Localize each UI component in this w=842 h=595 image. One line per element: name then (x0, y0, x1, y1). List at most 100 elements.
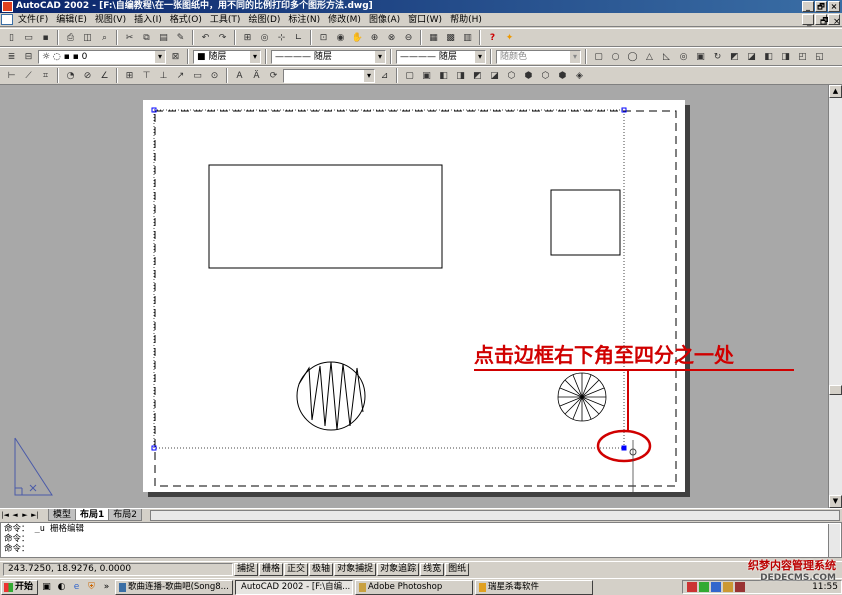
snap-toggle[interactable]: 捕捉 (234, 563, 259, 576)
setup-view-icon[interactable]: ◰ (795, 49, 810, 64)
ordinate-dim-icon[interactable]: ⌗ (38, 68, 53, 83)
menu-draw[interactable]: 绘图(D) (244, 13, 284, 27)
more-quicklaunch-icon[interactable]: » (100, 581, 113, 594)
osnap-toggle[interactable]: 对象捕捉 (334, 563, 377, 576)
scroll-thumb[interactable] (829, 385, 842, 395)
menu-edit[interactable]: 编辑(E) (52, 13, 91, 27)
view-nw-iso-icon[interactable]: ⬢ (555, 68, 570, 83)
taskbar-task-autocad[interactable]: AutoCAD 2002 - [F:\自编... (235, 579, 354, 595)
tool-palette-icon[interactable]: ▥ (460, 30, 475, 45)
tab-last-button[interactable]: ►| (30, 510, 40, 521)
paste-icon[interactable]: ▤ (156, 30, 171, 45)
layer-dropdown[interactable]: ☼ ◌ ▪ ▪ 0 (38, 49, 166, 64)
extrude-icon[interactable]: ▣ (693, 49, 708, 64)
named-views-icon[interactable]: ⊡ (316, 30, 331, 45)
scroll-down-arrow-icon[interactable]: ▼ (829, 495, 842, 508)
grid-toggle[interactable]: 栅格 (259, 563, 284, 576)
tab-prev-button[interactable]: ◄ (10, 510, 20, 521)
menu-tools[interactable]: 工具(T) (206, 13, 245, 27)
sphere-icon[interactable]: ○ (608, 49, 623, 64)
shield-quicklaunch-icon[interactable]: ⛨ (85, 581, 98, 594)
radius-dim-icon[interactable]: ◔ (63, 68, 78, 83)
zoom-previous-icon[interactable]: ⊖ (401, 30, 416, 45)
start-button[interactable]: 开始 (1, 579, 39, 595)
menu-format[interactable]: 格式(O) (166, 13, 206, 27)
view-left-icon[interactable]: ◧ (436, 68, 451, 83)
section-icon[interactable]: ◪ (744, 49, 759, 64)
view-sw-iso-icon[interactable]: ⬡ (504, 68, 519, 83)
otrack-toggle[interactable]: 对象追踪 (377, 563, 420, 576)
zoom-window-icon[interactable]: ⊗ (384, 30, 399, 45)
hyperlink-icon[interactable]: ⊞ (240, 30, 255, 45)
layer-manager-icon[interactable]: ≣ (4, 49, 19, 64)
lineweight-dropdown[interactable]: ———— 随层 (396, 49, 486, 64)
today-icon[interactable]: ✦ (502, 30, 517, 45)
tab-layout2[interactable]: 布局2 (108, 509, 143, 521)
view-right-icon[interactable]: ◨ (453, 68, 468, 83)
find-icon[interactable]: ⌕ (97, 30, 112, 45)
doc-minimize-button[interactable]: _ (802, 14, 814, 27)
command-window[interactable]: 命令： _u 栅格编辑 命令： 命令： (0, 522, 842, 558)
dim-style-icon[interactable]: ⊿ (377, 68, 392, 83)
paper-model-toggle[interactable]: 图纸 (445, 563, 470, 576)
angular-dim-icon[interactable]: ∠ (97, 68, 112, 83)
match-properties-icon[interactable]: ✎ (173, 30, 188, 45)
ucs-icon[interactable]: ∟ (291, 30, 306, 45)
ortho-toggle[interactable]: 正交 (284, 563, 309, 576)
print-preview-icon[interactable]: ◫ (80, 30, 95, 45)
layer-previous-icon[interactable]: ⊟ (21, 49, 36, 64)
view-front-icon[interactable]: ◩ (470, 68, 485, 83)
object-snap-icon[interactable]: ⊹ (274, 30, 289, 45)
help-icon[interactable]: ? (485, 30, 500, 45)
properties-icon[interactable]: ▦ (426, 30, 441, 45)
leader-icon[interactable]: ↗ (173, 68, 188, 83)
cut-icon[interactable]: ✂ (122, 30, 137, 45)
coordinates-display[interactable]: 243.7250, 18.9276, 0.0000 (3, 563, 233, 576)
menu-insert[interactable]: 插入(I) (130, 13, 166, 27)
baseline-dim-icon[interactable]: ⊤ (139, 68, 154, 83)
autocad-app-icon[interactable] (2, 1, 13, 12)
print-icon[interactable]: ⎙ (63, 30, 78, 45)
menu-help[interactable]: 帮助(H) (446, 13, 486, 27)
undo-icon[interactable]: ↶ (198, 30, 213, 45)
taskbar-task-songbar[interactable]: 歌曲连播-歌曲吧(Song8... (115, 579, 234, 595)
tab-layout1[interactable]: 布局1 (75, 509, 110, 521)
menu-dimension[interactable]: 标注(N) (284, 13, 324, 27)
web-icon[interactable]: ◎ (257, 30, 272, 45)
new-icon[interactable]: ▯ (4, 30, 19, 45)
dimstyle-dropdown[interactable] (283, 68, 375, 83)
redo-icon[interactable]: ↷ (215, 30, 230, 45)
doc-restore-button[interactable]: 🗗 (815, 14, 828, 27)
tab-first-button[interactable]: |◄ (0, 510, 10, 521)
center-mark-icon[interactable]: ⊙ (207, 68, 222, 83)
color-dropdown[interactable]: ■ 随层 (193, 49, 261, 64)
doc-close-button[interactable]: × (828, 14, 841, 27)
view-se-iso-icon[interactable]: ⬢ (521, 68, 536, 83)
restore-button[interactable]: 🗗 (815, 1, 827, 12)
view-ne-iso-icon[interactable]: ⬡ (538, 68, 553, 83)
save-icon[interactable]: ▪ (38, 30, 53, 45)
quick-dim-icon[interactable]: ⊞ (122, 68, 137, 83)
taskbar-task-rising[interactable]: 瑞星杀毒软件 (475, 579, 594, 595)
horizontal-scrollbar[interactable] (150, 510, 840, 521)
dim-text-edit-icon[interactable]: Ä (249, 68, 264, 83)
revolve-icon[interactable]: ↻ (710, 49, 725, 64)
menu-modify[interactable]: 修改(M) (324, 13, 365, 27)
ie-quicklaunch-icon[interactable]: e (70, 581, 83, 594)
view-bottom-icon[interactable]: ▣ (419, 68, 434, 83)
tab-next-button[interactable]: ► (20, 510, 30, 521)
tab-model[interactable]: 模型 (48, 509, 77, 521)
setup-profile-icon[interactable]: ◱ (812, 49, 827, 64)
scroll-up-arrow-icon[interactable]: ▲ (829, 85, 842, 98)
menu-view[interactable]: 视图(V) (91, 13, 130, 27)
camera-icon[interactable]: ◈ (572, 68, 587, 83)
open-icon[interactable]: ▭ (21, 30, 36, 45)
tray-icon[interactable] (711, 582, 721, 592)
minimize-button[interactable]: _ (802, 1, 814, 12)
tray-icon[interactable] (723, 582, 733, 592)
copy-icon[interactable]: ⧉ (139, 30, 154, 45)
menu-window[interactable]: 窗口(W) (404, 13, 446, 27)
dim-update-icon[interactable]: ⟳ (266, 68, 281, 83)
interference-icon[interactable]: ◧ (761, 49, 776, 64)
document-icon[interactable] (1, 14, 13, 25)
